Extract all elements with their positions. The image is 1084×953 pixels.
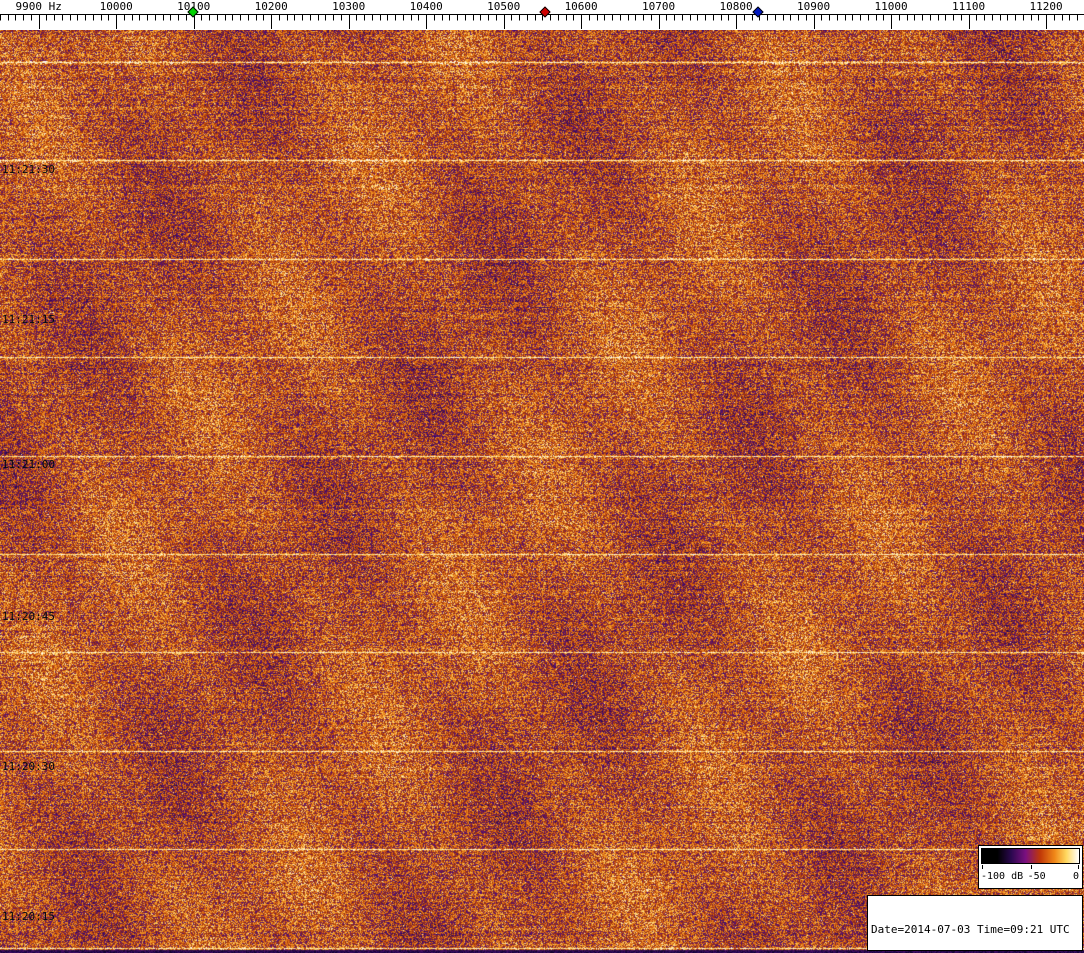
freq-tick-label: 10600 [564, 0, 598, 13]
color-scale-legend: -100 dB -50 0 [978, 845, 1083, 889]
time-label: 11:21:30 [2, 163, 55, 176]
freq-tick-label: 9900 Hz [15, 0, 62, 13]
freq-tick-label: 11100 [951, 0, 986, 13]
legend-label-min: -100 dB [981, 871, 1024, 882]
freq-tick-label: 11200 [1029, 0, 1063, 13]
legend-label-max: 0 [1072, 871, 1079, 882]
waterfall-spectrogram[interactable] [0, 30, 1084, 953]
freq-tick-label: 10900 [797, 0, 831, 13]
legend-labels: -100 dB -50 0 [979, 871, 1082, 885]
info-date-line: Date=2014-07-03 Time=09:21 UTC [871, 923, 1070, 936]
legend-label-mid: -50 [1027, 871, 1046, 882]
freq-tick-label: 10300 [332, 0, 366, 13]
time-label: 11:20:15 [2, 910, 55, 923]
time-label: 11:21:00 [2, 458, 55, 471]
freq-tick-label: 11000 [874, 0, 908, 13]
time-label: 11:20:30 [2, 760, 55, 773]
freq-tick-label: 10800 [719, 0, 753, 13]
time-label: 11:21:15 [2, 313, 55, 326]
time-label: 11:20:45 [2, 610, 55, 623]
freq-tick-label: 10700 [642, 0, 676, 13]
color-gradient-bar [981, 848, 1080, 864]
legend-tick-mid [1031, 865, 1032, 869]
freq-tick-label: 10200 [254, 0, 288, 13]
freq-tick-label: 10500 [487, 0, 521, 13]
freq-tick-label: 10000 [99, 0, 133, 13]
waterfall-display: 9900 Hz100001010010200103001040010500106… [0, 0, 1084, 953]
legend-tick-max [1078, 865, 1079, 869]
freq-tick-label: 10400 [409, 0, 443, 13]
legend-tick-min [982, 865, 983, 869]
frequency-ruler[interactable]: 9900 Hz100001010010200103001040010500106… [0, 0, 1084, 30]
status-info-box: Date=2014-07-03 Time=09:21 UTC Freq=143 … [867, 895, 1083, 951]
